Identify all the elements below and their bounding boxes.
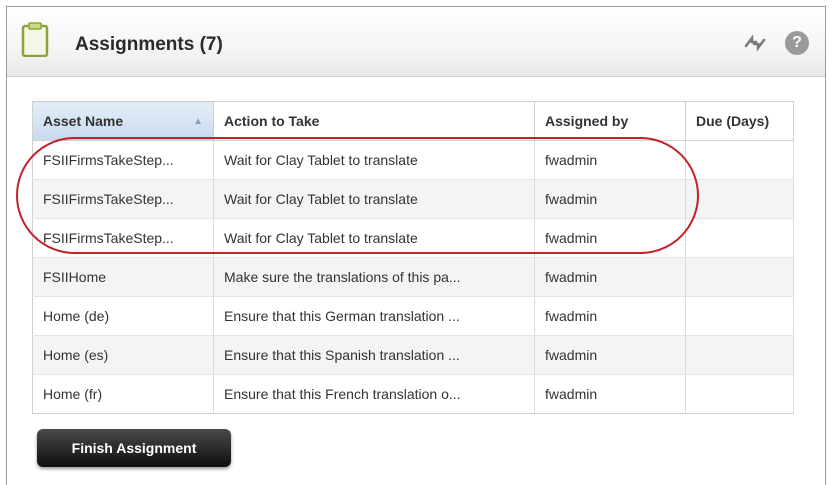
asset-link[interactable]: FSIIFirmsTakeStep... — [32, 179, 214, 219]
action-link[interactable]: Wait for Clay Tablet to translate — [213, 218, 535, 258]
column-asset-name[interactable]: Asset Name ▲ — [32, 101, 214, 141]
assigned-by-cell: fwadmin — [534, 335, 686, 375]
action-link[interactable]: Wait for Clay Tablet to translate — [213, 179, 535, 219]
table-row: Home (fr) Ensure that this French transl… — [32, 374, 794, 414]
page-title: Assignments (7) — [75, 34, 223, 55]
assigned-by-cell: fwadmin — [534, 140, 686, 180]
action-link[interactable]: Make sure the translations of this pa... — [213, 257, 535, 297]
table-header-row: Asset Name ▲ Action to Take Assigned by … — [32, 101, 794, 141]
due-cell — [685, 179, 794, 219]
panel-header: Assignments (7) ? — [7, 7, 825, 77]
assigned-by-cell: fwadmin — [534, 374, 686, 414]
assignments-table: Asset Name ▲ Action to Take Assigned by … — [32, 101, 794, 414]
due-cell — [685, 296, 794, 336]
table-row: FSIIFirmsTakeStep... Wait for Clay Table… — [32, 218, 794, 258]
table-row: FSIIFirmsTakeStep... Wait for Clay Table… — [32, 140, 794, 180]
assignments-panel: Assignments (7) ? Asset Name ▲ Action to… — [6, 6, 826, 485]
finish-assignment-button[interactable]: Finish Assignment — [37, 429, 231, 467]
refresh-icon[interactable] — [743, 34, 767, 52]
table-row: Home (de) Ensure that this German transl… — [32, 296, 794, 336]
column-assigned-by[interactable]: Assigned by — [534, 101, 686, 141]
action-link[interactable]: Wait for Clay Tablet to translate — [213, 140, 535, 180]
sort-asc-icon: ▲ — [193, 116, 203, 127]
due-cell — [685, 335, 794, 375]
asset-link[interactable]: Home (es) — [32, 335, 214, 375]
clipboard-icon — [21, 22, 49, 57]
column-due[interactable]: Due (Days) — [685, 101, 794, 141]
asset-link[interactable]: FSIIFirmsTakeStep... — [32, 218, 214, 258]
action-link[interactable]: Ensure that this French translation o... — [213, 374, 535, 414]
table-row: Home (es) Ensure that this Spanish trans… — [32, 335, 794, 375]
column-action[interactable]: Action to Take — [213, 101, 535, 141]
asset-link[interactable]: Home (fr) — [32, 374, 214, 414]
action-link[interactable]: Ensure that this Spanish translation ... — [213, 335, 535, 375]
column-label: Asset Name — [43, 113, 124, 129]
table-row: FSIIFirmsTakeStep... Wait for Clay Table… — [32, 179, 794, 219]
assigned-by-cell: fwadmin — [534, 218, 686, 258]
assigned-by-cell: fwadmin — [534, 296, 686, 336]
assigned-by-cell: fwadmin — [534, 257, 686, 297]
table-row: FSIIHome Make sure the translations of t… — [32, 257, 794, 297]
due-cell — [685, 257, 794, 297]
due-cell — [685, 140, 794, 180]
assigned-by-cell: fwadmin — [534, 179, 686, 219]
asset-link[interactable]: Home (de) — [32, 296, 214, 336]
help-icon[interactable]: ? — [785, 31, 809, 55]
asset-link[interactable]: FSIIFirmsTakeStep... — [32, 140, 214, 180]
asset-link[interactable]: FSIIHome — [32, 257, 214, 297]
action-link[interactable]: Ensure that this German translation ... — [213, 296, 535, 336]
due-cell — [685, 218, 794, 258]
due-cell — [685, 374, 794, 414]
